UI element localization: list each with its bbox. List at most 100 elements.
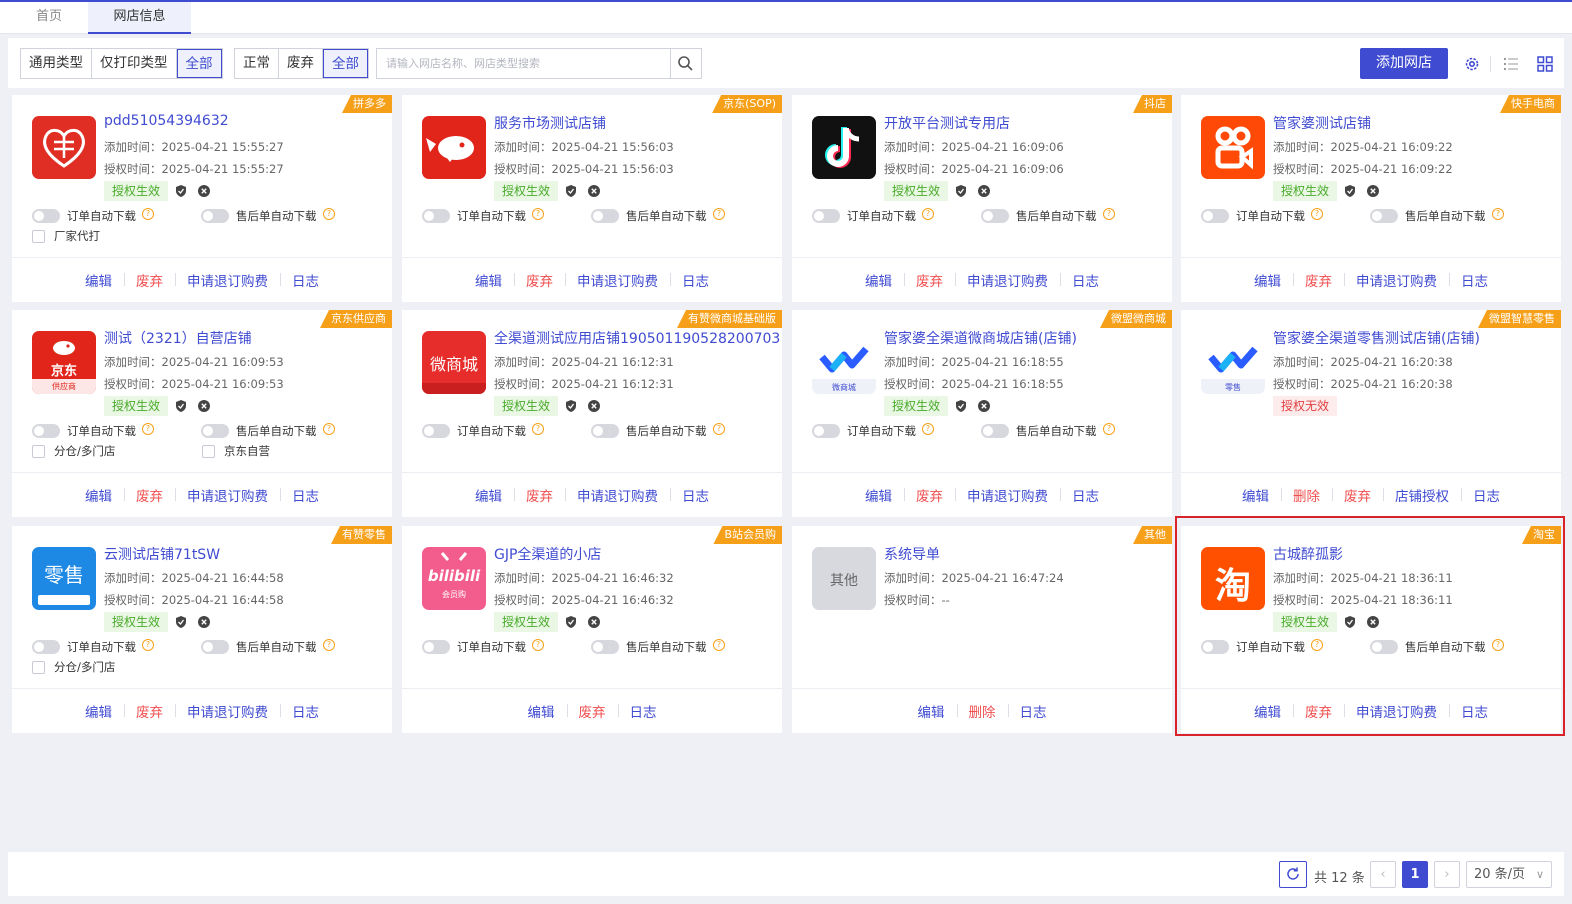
log-button[interactable]: 日志 xyxy=(617,701,669,721)
refresh-button[interactable] xyxy=(1279,861,1307,888)
close-circle-icon[interactable] xyxy=(587,399,601,413)
edit-button[interactable]: 编辑 xyxy=(906,701,957,721)
close-circle-icon[interactable] xyxy=(1366,184,1380,198)
order-auto-download-toggle[interactable] xyxy=(422,424,450,438)
filter-status-all[interactable]: 全部 xyxy=(323,49,368,78)
order-auto-download-toggle[interactable] xyxy=(812,424,840,438)
aftersale-auto-download-toggle[interactable] xyxy=(591,640,619,654)
close-circle-icon[interactable] xyxy=(197,615,211,629)
shop-card[interactable]: 有赞零售 零售 云测试店铺71tSW 添加时间：2025-04-21 16:44:58… xyxy=(12,526,392,733)
filter-type-general[interactable]: 通用类型 xyxy=(21,49,92,78)
help-icon[interactable]: ? xyxy=(142,208,154,220)
log-button[interactable]: 日志 xyxy=(670,485,721,505)
help-icon[interactable]: ? xyxy=(532,639,544,651)
help-icon[interactable]: ? xyxy=(323,208,335,220)
shop-name[interactable]: 云测试店铺71tSW xyxy=(104,544,220,564)
help-icon[interactable]: ? xyxy=(323,639,335,651)
close-circle-icon[interactable] xyxy=(197,399,211,413)
edit-button[interactable]: 编辑 xyxy=(1230,485,1281,505)
gear-icon[interactable] xyxy=(1463,55,1481,73)
edit-button[interactable]: 编辑 xyxy=(73,485,124,505)
shop-name[interactable]: 管家婆全渠道微商城店铺(店铺) xyxy=(884,328,1077,348)
help-icon[interactable]: ? xyxy=(1492,208,1504,220)
order-auto-download-toggle[interactable] xyxy=(812,209,840,223)
log-button[interactable]: 日志 xyxy=(280,485,331,505)
shop-card[interactable]: 微盟微商城 微商城 管家婆全渠道微商城店铺(店铺) 添加时间：2025-04-21 1… xyxy=(792,310,1172,517)
shop-card[interactable]: 抖店 开放平台测试专用店 添加时间：2025-04-21 16:09:06 授权时间：… xyxy=(792,95,1172,302)
aftersale-auto-download-toggle[interactable] xyxy=(201,209,229,223)
edit-button[interactable]: 编辑 xyxy=(853,485,904,505)
page-size-select[interactable]: 20 条/页 ∨ xyxy=(1466,861,1552,888)
order-auto-download-toggle[interactable] xyxy=(422,209,450,223)
edit-button[interactable]: 编辑 xyxy=(1242,270,1293,290)
shop-name[interactable]: 测试（2321）自营店铺 xyxy=(104,328,252,348)
refund-subscription-button[interactable]: 申请退订购费 xyxy=(175,270,280,290)
log-button[interactable]: 日志 xyxy=(1060,270,1111,290)
help-icon[interactable]: ? xyxy=(323,423,335,435)
shop-name[interactable]: 系统导单 xyxy=(884,544,940,564)
order-auto-download-toggle[interactable] xyxy=(32,640,60,654)
discard-button[interactable]: 废弃 xyxy=(124,485,175,505)
search-input[interactable] xyxy=(377,49,672,78)
shop-card[interactable]: 京东(SOP) 服务市场测试店铺 添加时间：2025-04-21 15:56:03 授… xyxy=(402,95,782,302)
help-icon[interactable]: ? xyxy=(922,208,934,220)
shop-name[interactable]: pdd51054394632 xyxy=(104,113,229,129)
edit-button[interactable]: 编辑 xyxy=(516,701,567,721)
aftersale-auto-download-toggle[interactable] xyxy=(591,424,619,438)
discard-button[interactable]: 废弃 xyxy=(1293,270,1344,290)
refund-subscription-button[interactable]: 申请退订购费 xyxy=(955,270,1060,290)
help-icon[interactable]: ? xyxy=(713,208,725,220)
shop-name[interactable]: 管家婆全渠道零售测试店铺(店铺) xyxy=(1273,328,1480,348)
order-auto-download-toggle[interactable] xyxy=(422,640,450,654)
filter-status-normal[interactable]: 正常 xyxy=(235,49,279,78)
help-icon[interactable]: ? xyxy=(142,423,154,435)
help-icon[interactable]: ? xyxy=(1311,208,1323,220)
aftersale-auto-download-toggle[interactable] xyxy=(591,209,619,223)
discard-button[interactable]: 废弃 xyxy=(904,485,955,505)
help-icon[interactable]: ? xyxy=(532,423,544,435)
shop-name[interactable]: 开放平台测试专用店 xyxy=(884,113,1010,133)
help-icon[interactable]: ? xyxy=(1103,208,1115,220)
edit-button[interactable]: 编辑 xyxy=(463,270,514,290)
help-icon[interactable]: ? xyxy=(713,423,725,435)
refund-subscription-button[interactable]: 申请退订购费 xyxy=(1344,270,1449,290)
refund-subscription-button[interactable]: 申请退订购费 xyxy=(565,270,670,290)
order-auto-download-toggle[interactable] xyxy=(32,209,60,223)
tab-shop-info[interactable]: 网店信息 xyxy=(88,2,191,34)
close-circle-icon[interactable] xyxy=(197,184,211,198)
page-1-button[interactable]: 1 xyxy=(1402,861,1428,888)
log-button[interactable]: 日志 xyxy=(1007,701,1059,721)
tab-home[interactable]: 首页 xyxy=(14,2,84,34)
aftersale-auto-download-toggle[interactable] xyxy=(981,424,1009,438)
discard-button[interactable]: 废弃 xyxy=(124,270,175,290)
filter-status-discarded[interactable]: 废弃 xyxy=(279,49,323,78)
help-icon[interactable]: ? xyxy=(922,423,934,435)
list-view-icon[interactable] xyxy=(1502,55,1520,73)
shop-card[interactable]: 拼多多 pdd51054394632 添加时间：2025-04-21 15:55:2… xyxy=(12,95,392,302)
shop-card[interactable]: B站会员购 bilibili 会员购 GJP全渠道的小店 添加时间：2025-04-21… xyxy=(402,526,782,733)
option-checkbox[interactable] xyxy=(202,445,215,458)
add-shop-button[interactable]: 添加网店 xyxy=(1360,48,1448,79)
shop-auth-button[interactable]: 店铺授权 xyxy=(1383,485,1461,505)
edit-button[interactable]: 编辑 xyxy=(853,270,904,290)
discard-button[interactable]: 废弃 xyxy=(124,701,175,721)
prev-page-button[interactable]: ‹ xyxy=(1370,861,1396,888)
edit-button[interactable]: 编辑 xyxy=(73,701,124,721)
refund-subscription-button[interactable]: 申请退订购费 xyxy=(955,485,1060,505)
log-button[interactable]: 日志 xyxy=(1461,485,1512,505)
filter-type-print-only[interactable]: 仅打印类型 xyxy=(92,49,177,78)
refund-subscription-button[interactable]: 申请退订购费 xyxy=(565,485,670,505)
aftersale-auto-download-toggle[interactable] xyxy=(1370,209,1398,223)
shop-name[interactable]: 全渠道测试应用店铺190501190528200703 xyxy=(494,328,780,348)
filter-type-all[interactable]: 全部 xyxy=(176,49,222,78)
shop-card[interactable]: 有赞微商城基础版 微商城 全渠道测试应用店铺190501190528200703 添加… xyxy=(402,310,782,517)
log-button[interactable]: 日志 xyxy=(280,270,331,290)
shop-card[interactable]: 京东供应商 京东 供应商 测试（2321）自营店铺 添加时间：2025-04-21 16… xyxy=(12,310,392,517)
shop-name[interactable]: 服务市场测试店铺 xyxy=(494,113,606,133)
log-button[interactable]: 日志 xyxy=(1449,270,1500,290)
option-checkbox[interactable] xyxy=(32,445,45,458)
discard-button[interactable]: 废弃 xyxy=(566,701,618,721)
discard-button[interactable]: 废弃 xyxy=(514,485,565,505)
close-circle-icon[interactable] xyxy=(977,399,991,413)
search-button[interactable] xyxy=(670,49,701,78)
